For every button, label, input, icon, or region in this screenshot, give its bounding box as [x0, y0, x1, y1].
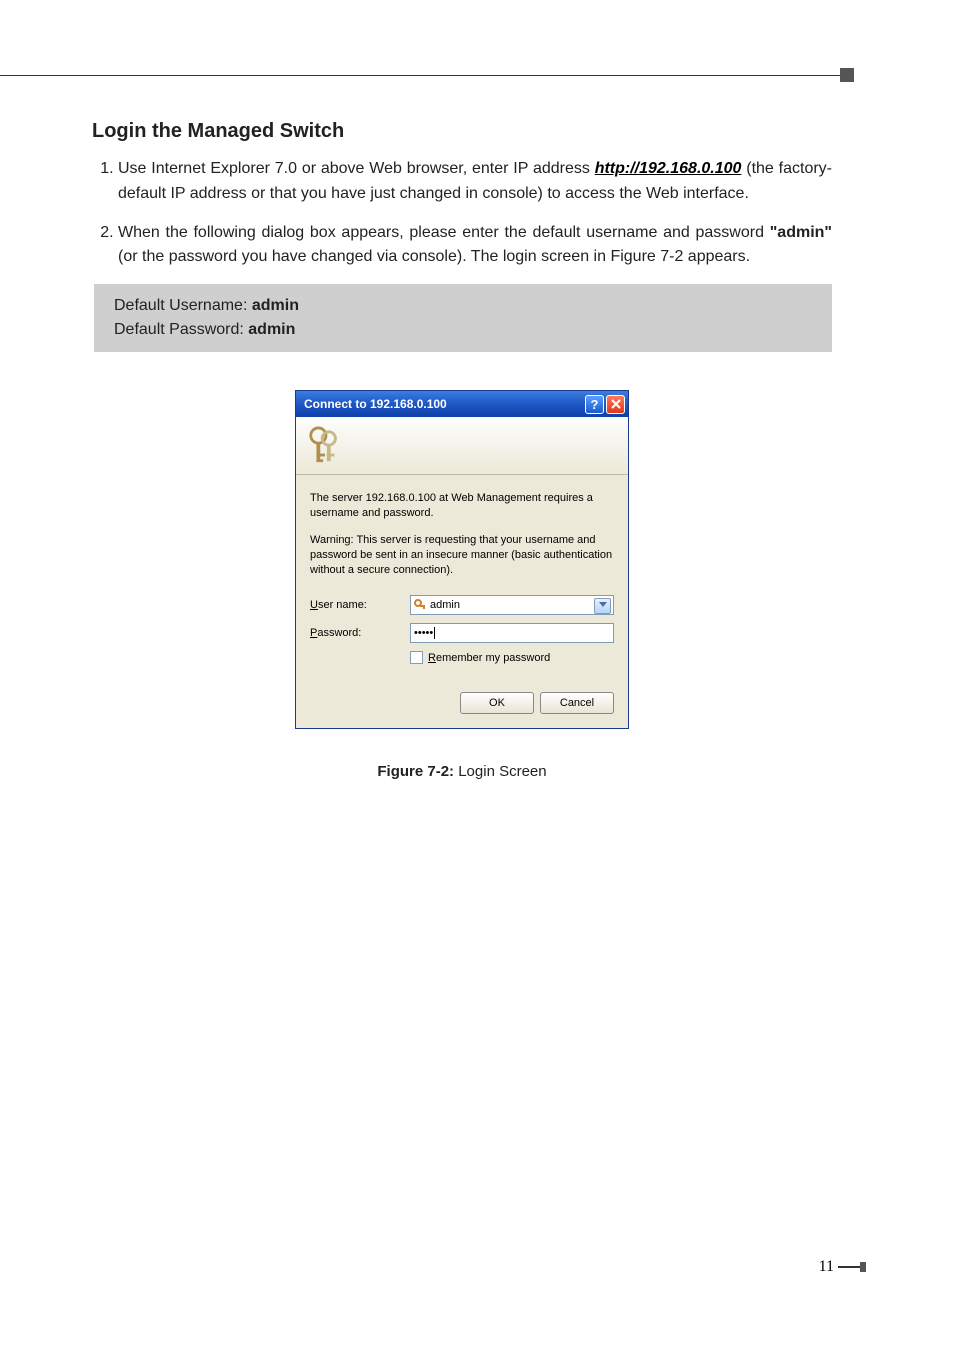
password-value: ••••• — [414, 627, 433, 639]
step-1: Use Internet Explorer 7.0 or above Web b… — [118, 157, 832, 207]
username-row: User name: admin — [310, 595, 614, 615]
step-2-text-b: (or the password you have changed via co… — [118, 248, 750, 265]
dialog-title: Connect to 192.168.0.100 — [304, 397, 447, 411]
default-password-value: admin — [248, 321, 295, 338]
default-password-label: Default Password: — [114, 321, 248, 338]
close-icon — [611, 399, 621, 409]
close-button[interactable] — [606, 395, 625, 414]
dialog-body: The server 192.168.0.100 at Web Manageme… — [296, 475, 628, 728]
ok-button[interactable]: OK — [460, 692, 534, 714]
username-value: admin — [430, 599, 460, 611]
cancel-button[interactable]: Cancel — [540, 692, 614, 714]
header-rule — [0, 75, 840, 76]
default-username-value: admin — [252, 297, 299, 314]
password-row: Password: ••••• — [310, 623, 614, 643]
figure-caption: Figure 7-2: Login Screen — [92, 763, 832, 780]
password-label: Password: — [310, 627, 410, 639]
password-input[interactable]: ••••• — [410, 623, 614, 643]
dialog-message-1: The server 192.168.0.100 at Web Manageme… — [310, 491, 614, 521]
dialog-buttons: OK Cancel — [310, 692, 614, 714]
page-number: 11 — [819, 1258, 866, 1276]
step-2-text-a: When the following dialog box appears, p… — [118, 224, 770, 241]
page-number-value: 11 — [819, 1258, 834, 1276]
header-marker — [840, 68, 854, 82]
default-password-row: Default Password: admin — [114, 318, 812, 342]
figure-label: Figure 7-2: — [377, 763, 454, 780]
defaults-box: Default Username: admin Default Password… — [94, 284, 832, 352]
step-2: When the following dialog box appears, p… — [118, 221, 832, 271]
default-username-row: Default Username: admin — [114, 294, 812, 318]
section-heading: Login the Managed Switch — [92, 120, 832, 143]
remember-checkbox[interactable] — [410, 651, 423, 664]
dialog-banner — [296, 417, 628, 475]
page-content: Login the Managed Switch Use Internet Ex… — [92, 120, 832, 780]
step-2-admin: "admin" — [770, 224, 832, 241]
keys-icon — [306, 425, 344, 467]
step-1-text-a: Use Internet Explorer 7.0 or above Web b… — [118, 160, 595, 177]
username-input[interactable]: admin — [410, 595, 614, 615]
ip-address-link[interactable]: http://192.168.0.100 — [595, 160, 742, 177]
titlebar-buttons: ? — [585, 395, 625, 414]
remember-label: Remember my password — [428, 652, 550, 664]
default-username-label: Default Username: — [114, 297, 252, 314]
dialog-titlebar: Connect to 192.168.0.100 ? — [296, 391, 628, 417]
help-button[interactable]: ? — [585, 395, 604, 414]
remember-row: Remember my password — [410, 651, 614, 664]
text-cursor — [434, 627, 435, 639]
key-icon — [414, 599, 426, 611]
dialog-message-2: Warning: This server is requesting that … — [310, 533, 614, 578]
page-marker-line — [838, 1266, 860, 1268]
chevron-down-icon — [599, 602, 607, 607]
page-marker-block — [860, 1262, 866, 1272]
username-label: User name: — [310, 599, 410, 611]
figure-text: Login Screen — [454, 763, 547, 780]
login-dialog: Connect to 192.168.0.100 ? The server 19… — [295, 390, 629, 729]
steps-list: Use Internet Explorer 7.0 or above Web b… — [92, 157, 832, 270]
